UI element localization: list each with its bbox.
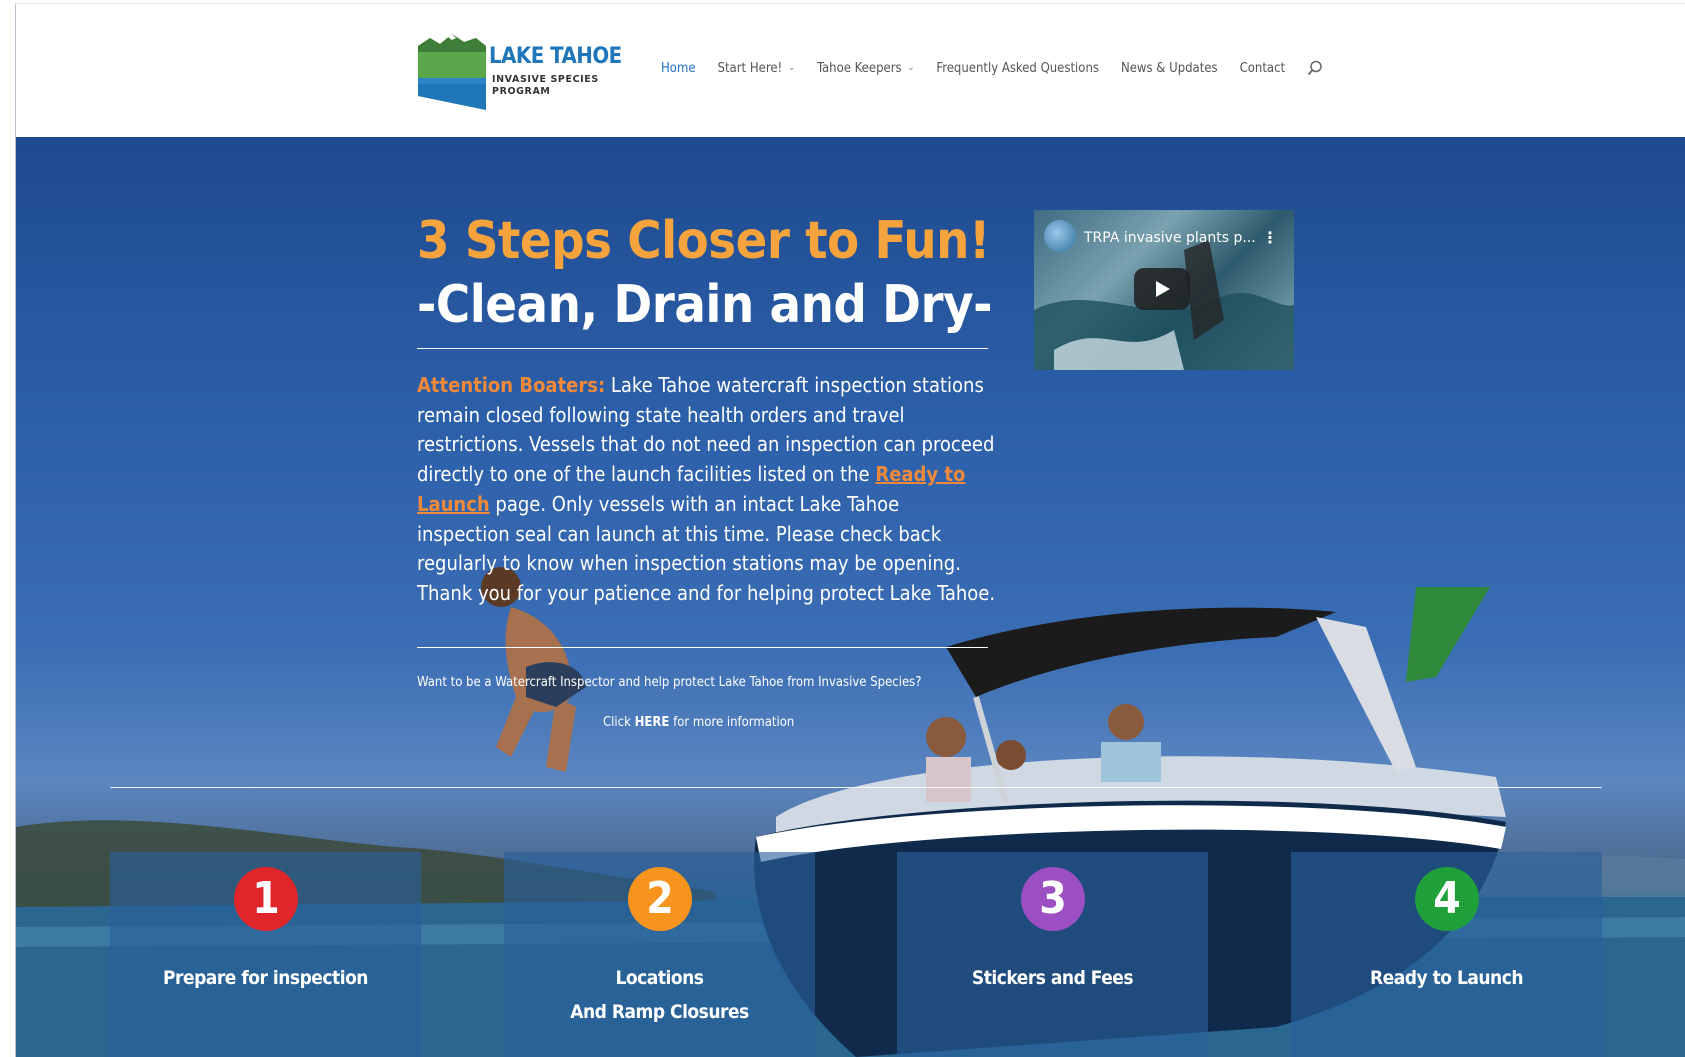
nav-item-start-here[interactable]: Start Here! ⌄: [718, 61, 795, 76]
nav-label: Contact: [1239, 60, 1286, 76]
notice-text: page. Only vessels with an intact Lake T…: [417, 491, 996, 605]
step-label: Prepare for inspection: [163, 967, 368, 989]
click-prefix: Click: [603, 715, 635, 730]
attention-label: Attention Boaters:: [417, 373, 606, 397]
nav-item-news-updates[interactable]: News & Updates: [1121, 61, 1218, 76]
more-vert-icon[interactable]: ⋮: [1262, 228, 1278, 247]
here-link[interactable]: HERE: [635, 715, 670, 730]
step-number-badge: 1: [234, 867, 298, 931]
nav-label: Home: [661, 60, 696, 76]
section-divider: [110, 787, 1602, 788]
nav-item-tahoe-keepers[interactable]: Tahoe Keepers ⌄: [817, 61, 914, 76]
logo-title: LAKE TAHOE: [489, 44, 622, 69]
nav-label: Start Here!: [717, 60, 783, 76]
site-logo[interactable]: LAKE TAHOE INVASIVE SPECIES PROGRAM: [418, 34, 622, 110]
divider: [417, 348, 988, 349]
nav-item-contact[interactable]: Contact: [1240, 61, 1286, 76]
chevron-down-icon: ⌄: [788, 63, 796, 73]
inspector-question: Want to be a Watercraft Inspector and he…: [417, 675, 922, 690]
step-card-4[interactable]: 4 Ready to Launch: [1291, 852, 1602, 1057]
logo-subtitle: INVASIVE SPECIES PROGRAM: [492, 74, 599, 98]
hero-subheadline: -Clean, Drain and Dry-: [417, 275, 993, 335]
hero-headline: 3 Steps Closer to Fun!: [417, 211, 990, 271]
divider: [417, 647, 988, 648]
step-number-badge: 4: [1415, 867, 1479, 931]
hero-section: 3 Steps Closer to Fun! -Clean, Drain and…: [16, 137, 1685, 1057]
step-label: Locations: [615, 967, 704, 989]
video-title: TRPA invasive plants p...: [1084, 230, 1256, 246]
step-number-badge: 3: [1021, 867, 1085, 931]
more-info-line: Click HERE for more information: [603, 715, 794, 730]
video-embed[interactable]: TRPA invasive plants p... ⋮: [1034, 210, 1294, 370]
browser-viewport: LAKE TAHOE INVASIVE SPECIES PROGRAM Home…: [15, 3, 1685, 1057]
click-suffix: for more information: [669, 715, 795, 730]
site-header: LAKE TAHOE INVASIVE SPECIES PROGRAM Home…: [16, 4, 1685, 137]
nav-label: News & Updates: [1120, 60, 1218, 76]
main-nav: Home Start Here! ⌄ Tahoe Keepers ⌄ Frequ…: [661, 60, 1323, 76]
boater-notice: Attention Boaters: Lake Tahoe watercraft…: [417, 371, 997, 609]
step-sublabel: And Ramp Closures: [570, 1001, 749, 1023]
play-icon[interactable]: [1134, 268, 1190, 310]
nav-item-home[interactable]: Home: [661, 61, 696, 76]
step-card-3[interactable]: 3 Stickers and Fees: [897, 852, 1208, 1057]
step-label: Stickers and Fees: [971, 967, 1134, 989]
chevron-down-icon: ⌄: [907, 63, 915, 73]
step-card-2[interactable]: 2 Locations And Ramp Closures: [504, 852, 815, 1057]
nav-item-faq[interactable]: Frequently Asked Questions: [936, 61, 1099, 76]
step-label: Ready to Launch: [1369, 967, 1524, 989]
mountain-logo-icon: [418, 34, 486, 110]
step-number-badge: 2: [628, 867, 692, 931]
nav-label: Tahoe Keepers: [817, 60, 902, 76]
channel-avatar: [1044, 220, 1076, 252]
nav-label: Frequently Asked Questions: [936, 60, 1099, 76]
logo-subtitle-line1: INVASIVE SPECIES: [492, 74, 599, 85]
search-icon[interactable]: [1307, 60, 1323, 76]
step-card-1[interactable]: 1 Prepare for inspection: [110, 852, 421, 1057]
logo-subtitle-line2: PROGRAM: [492, 86, 551, 97]
